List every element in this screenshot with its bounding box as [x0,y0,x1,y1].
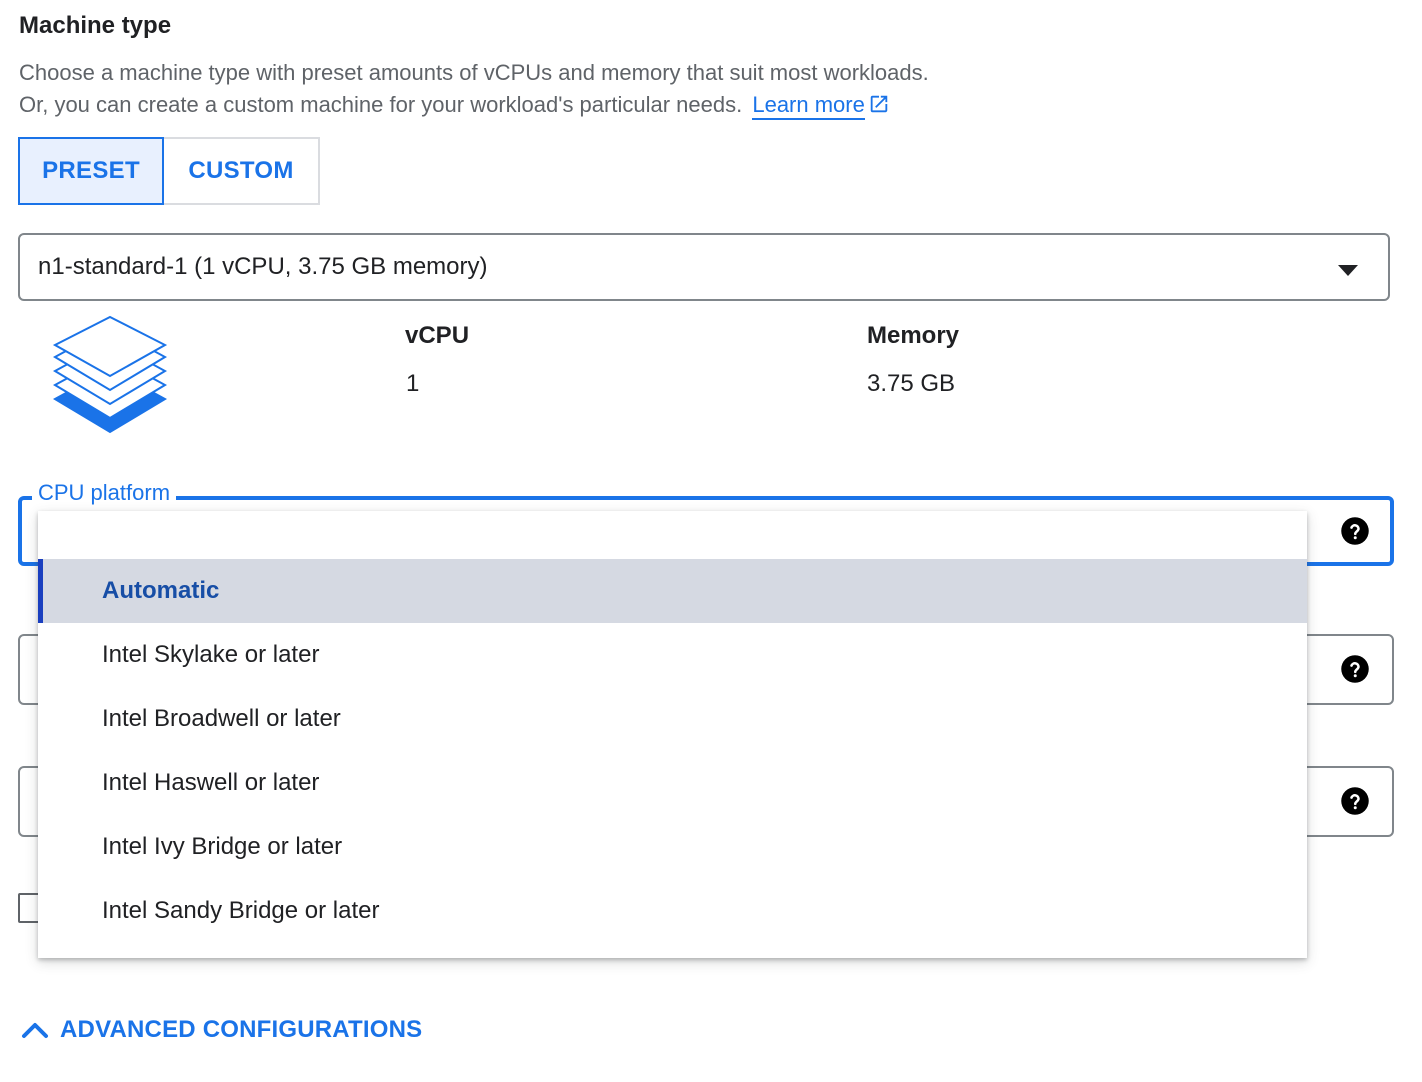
custom-button[interactable]: CUSTOM [164,137,320,205]
section-title: Machine type [19,12,172,39]
cpu-platform-label: CPU platform [32,480,177,506]
preset-button[interactable]: PRESET [18,137,164,205]
learn-more-label: Learn more [752,92,865,117]
machine-type-select[interactable]: n1-standard-1 (1 vCPU, 3.75 GB memory) [18,233,1390,301]
cpu-option-broadwell[interactable]: Intel Broadwell or later [38,687,1307,751]
learn-more-link[interactable]: Learn more [752,92,865,120]
stacked-layers-icon [52,315,168,442]
machine-type-select-value: n1-standard-1 (1 vCPU, 3.75 GB memory) [38,253,488,280]
chevron-up-icon [22,1023,48,1038]
arrow-drop-down-icon [1338,264,1358,282]
cpu-option-automatic[interactable]: Automatic [38,559,1307,623]
external-link-icon[interactable] [868,93,890,121]
memory-label: Memory [867,322,960,349]
advanced-configurations-label: ADVANCED CONFIGURATIONS [60,1016,423,1043]
help-icon[interactable] [1340,654,1370,689]
cpu-option-skylake[interactable]: Intel Skylake or later [38,623,1307,687]
machine-mode-toggle: PRESET CUSTOM [18,137,320,205]
cpu-platform-dropdown-menu: Automatic Intel Skylake or later Intel B… [38,511,1307,958]
machine-type-panel: Machine type Choose a machine type with … [0,0,1422,1082]
advanced-configurations-toggle[interactable]: ADVANCED CONFIGURATIONS [20,1016,422,1044]
description-text: Or, you can create a custom machine for … [19,92,743,117]
help-icon[interactable] [1340,786,1370,821]
help-icon[interactable] [1340,516,1370,551]
description-line-1: Choose a machine type with preset amount… [19,60,929,85]
cpu-option-haswell[interactable]: Intel Haswell or later [38,751,1307,815]
vcpu-value: 1 [406,370,420,397]
cpu-option-sandy-bridge[interactable]: Intel Sandy Bridge or later [38,879,1307,943]
cpu-option-ivy-bridge[interactable]: Intel Ivy Bridge or later [38,815,1307,879]
vcpu-label: vCPU [405,322,470,349]
description-line-2: Or, you can create a custom machine for … [19,92,890,121]
memory-value: 3.75 GB [867,370,956,397]
